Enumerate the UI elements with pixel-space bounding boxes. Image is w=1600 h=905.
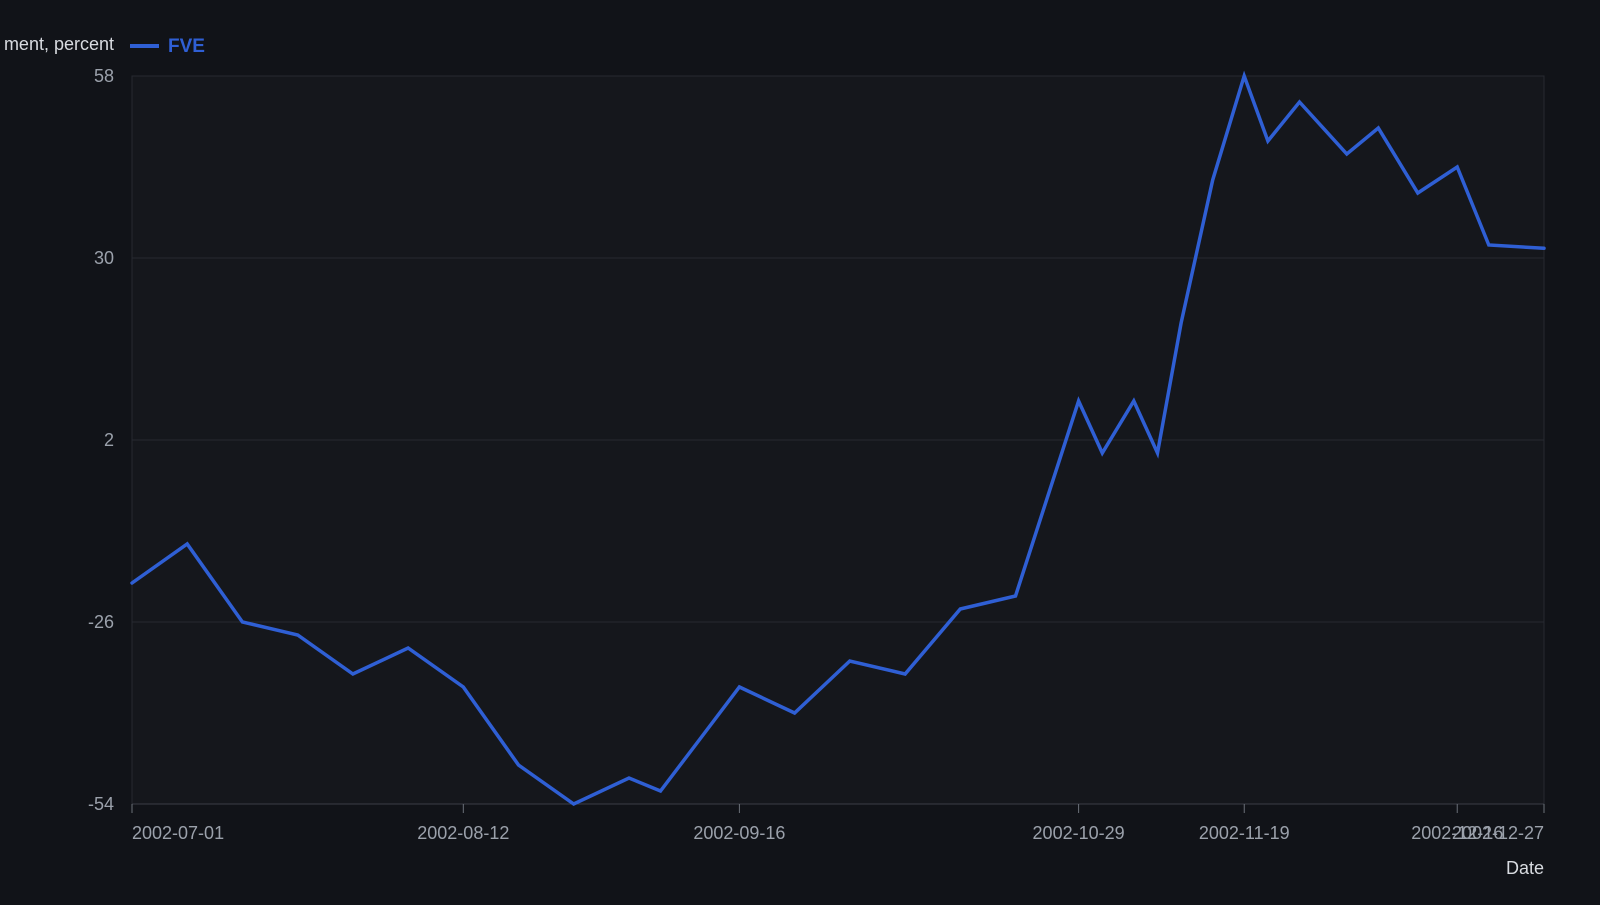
x-tick-label: 2002-11-19: [1199, 823, 1290, 843]
y-tick-label: 30: [94, 248, 114, 268]
x-tick-label: 2002-08-12: [417, 823, 509, 843]
line-chart: 58 30 2 -26 -54 2002-07-01 2002-08-12 2002-09-1…: [4, 34, 1546, 878]
y-tick-label: -26: [88, 612, 114, 632]
x-tick-label: 2002-07-01: [132, 823, 224, 843]
y-tick-label: 58: [94, 66, 114, 86]
legend-label-fve: FVE: [168, 36, 205, 57]
chart: 58 30 2 -26 -54 2002-07-01 2002-08-12 2002-09-1…: [0, 0, 1600, 900]
x-axis-title: Date: [1506, 858, 1544, 878]
y-axis-title: ment, percent: [4, 34, 114, 54]
y-tick-label: 2: [104, 430, 114, 450]
legend: ment, percent FVE: [4, 34, 205, 57]
x-tick-label: 2002-09-16: [693, 823, 785, 843]
x-tick-label: 2002-12-27: [1452, 823, 1544, 843]
x-tick-label: 2002-10-29: [1033, 823, 1125, 843]
y-tick-label: -54: [88, 794, 114, 814]
